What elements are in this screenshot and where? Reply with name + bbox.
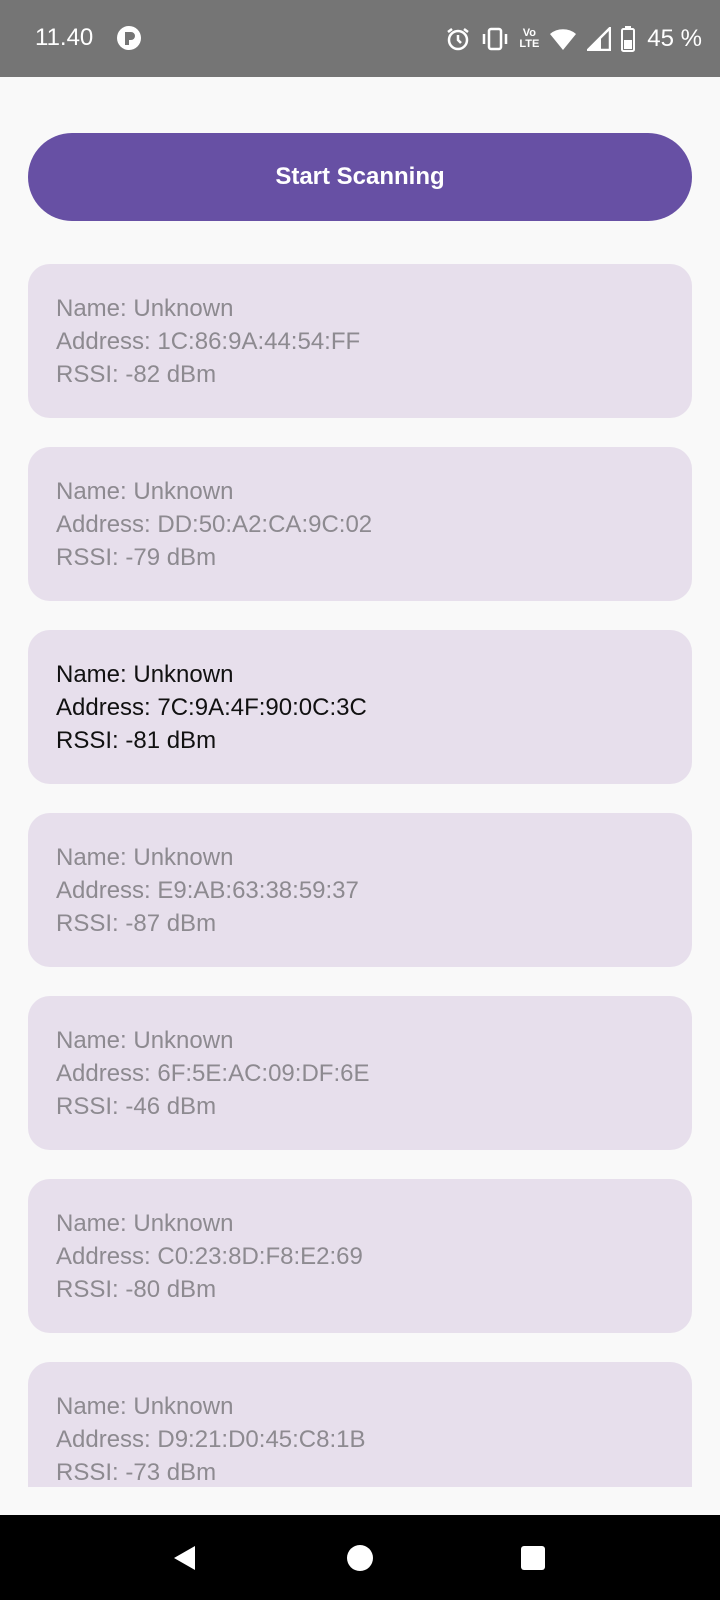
main-content: Start Scanning Name: Unknown Address: 1C…: [0, 77, 720, 1487]
device-card[interactable]: Name: Unknown Address: D9:21:D0:45:C8:1B…: [28, 1362, 692, 1487]
back-icon[interactable]: [170, 1543, 200, 1573]
volte-indicator: Vo LTE: [519, 28, 539, 50]
device-address: Address: E9:AB:63:38:59:37: [56, 877, 359, 904]
device-card[interactable]: Name: Unknown Address: DD:50:A2:CA:9C:02…: [28, 447, 692, 601]
device-address: Address: C0:23:8D:F8:E2:69: [56, 1243, 363, 1270]
status-icons: Vo LTE 45 %: [445, 22, 702, 56]
status-bar: 11.40 Vo LTE 45 %: [0, 0, 720, 77]
device-rssi: RSSI: -79 dBm: [56, 544, 217, 571]
device-name: Name: Unknown: [56, 844, 234, 871]
device-name: Name: Unknown: [56, 295, 234, 322]
navigation-bar: [0, 1515, 720, 1600]
device-list: Name: Unknown Address: 1C:86:9A:44:54:FF…: [28, 264, 692, 1487]
device-name: Name: Unknown: [56, 1210, 234, 1237]
battery-icon: [621, 26, 636, 52]
device-card[interactable]: Name: Unknown Address: C0:23:8D:F8:E2:69…: [28, 1179, 692, 1333]
signal-icon: [587, 27, 612, 51]
device-card-highlighted[interactable]: Name: Unknown Address: 7C:9A:4F:90:0C:3C…: [28, 630, 692, 784]
home-icon[interactable]: [345, 1543, 375, 1573]
device-rssi: RSSI: -87 dBm: [56, 910, 217, 937]
alarm-icon: [445, 26, 471, 52]
device-address: Address: DD:50:A2:CA:9C:02: [56, 511, 373, 538]
recents-icon[interactable]: [518, 1543, 548, 1573]
start-scanning-button[interactable]: Start Scanning: [28, 133, 692, 221]
device-card[interactable]: Name: Unknown Address: 1C:86:9A:44:54:FF…: [28, 264, 692, 418]
status-time: 11.40: [35, 24, 94, 51]
device-rssi: RSSI: -82 dBm: [56, 361, 217, 388]
device-rssi: RSSI: -81 dBm: [56, 727, 217, 754]
device-rssi: RSSI: -80 dBm: [56, 1276, 217, 1303]
device-name: Name: Unknown: [56, 478, 234, 505]
device-name: Name: Unknown: [56, 1027, 234, 1054]
battery-percent: 45 %: [647, 25, 702, 52]
lte-label: LTE: [519, 38, 540, 50]
device-name: Name: Unknown: [56, 661, 234, 688]
device-address: Address: 7C:9A:4F:90:0C:3C: [56, 694, 367, 721]
app-notification-icon: [116, 25, 142, 51]
device-address: Address: 6F:5E:AC:09:DF:6E: [56, 1060, 370, 1087]
device-address: Address: D9:21:D0:45:C8:1B: [56, 1426, 366, 1453]
device-rssi: RSSI: -46 dBm: [56, 1093, 217, 1120]
device-name: Name: Unknown: [56, 1393, 234, 1420]
device-rssi: RSSI: -73 dBm: [56, 1459, 217, 1486]
wifi-icon: [549, 27, 577, 51]
device-card[interactable]: Name: Unknown Address: 6F:5E:AC:09:DF:6E…: [28, 996, 692, 1150]
device-address: Address: 1C:86:9A:44:54:FF: [56, 328, 361, 355]
device-card[interactable]: Name: Unknown Address: E9:AB:63:38:59:37…: [28, 813, 692, 967]
vibrate-icon: [481, 26, 509, 52]
